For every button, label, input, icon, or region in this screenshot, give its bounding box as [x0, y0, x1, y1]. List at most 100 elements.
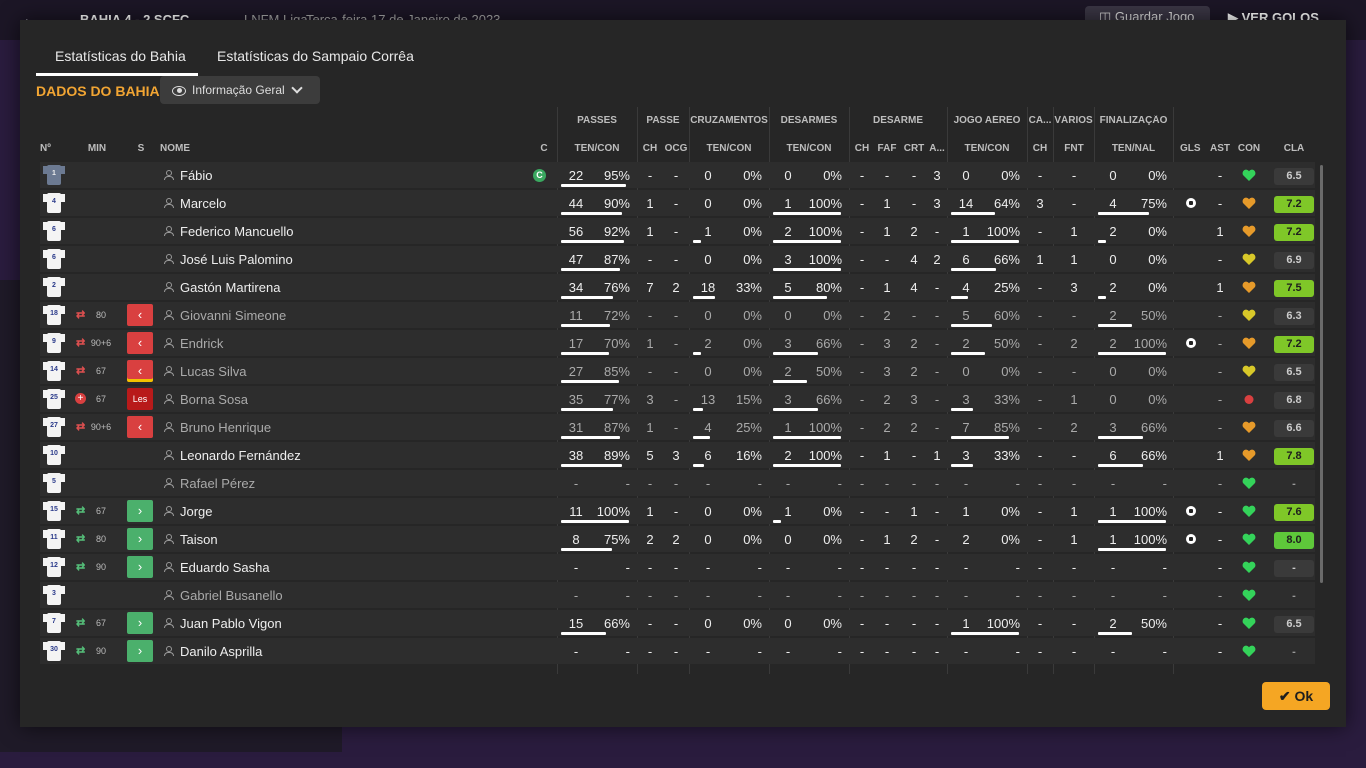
- player-profile-icon[interactable]: [164, 422, 174, 432]
- player-name[interactable]: José Luis Palomino: [180, 252, 293, 267]
- fouls: -: [884, 616, 890, 631]
- column-header-min[interactable]: MIN: [86, 143, 108, 154]
- fouls: 3: [883, 336, 891, 351]
- condition-heart-icon: [1242, 561, 1256, 574]
- cards: 2: [910, 364, 918, 379]
- column-header-name[interactable]: NOME: [160, 143, 240, 154]
- tackles-success-bar: [773, 408, 818, 411]
- column-header-num[interactable]: Nº: [40, 143, 60, 154]
- tackles-key: -: [859, 168, 865, 183]
- column-header-ast[interactable]: AST: [1210, 143, 1230, 154]
- column-header-ca-ch[interactable]: CH: [1030, 143, 1050, 154]
- player-name[interactable]: Gabriel Busanello: [180, 588, 283, 603]
- player-profile-icon[interactable]: [164, 198, 174, 208]
- player-rating: 6.3: [1274, 308, 1314, 325]
- sub-off-icon: ⇄: [76, 337, 86, 349]
- column-header-c[interactable]: C: [538, 143, 550, 154]
- crosses-percent: -: [757, 644, 762, 659]
- player-profile-icon[interactable]: [164, 394, 174, 404]
- sub-on-icon: ⇄: [76, 645, 86, 657]
- column-header-varios-fnt[interactable]: FNT: [1060, 143, 1088, 154]
- column-header-cla[interactable]: CLA: [1282, 143, 1306, 154]
- cards: -: [911, 476, 917, 491]
- shots-percent: 50%: [1140, 616, 1167, 631]
- chances-created: -: [673, 420, 679, 435]
- assists: -: [1217, 476, 1223, 491]
- column-header-passe-ch[interactable]: CH: [640, 143, 660, 154]
- clearances: -: [934, 224, 940, 239]
- player-name[interactable]: Taison: [180, 532, 218, 547]
- player-name[interactable]: Borna Sosa: [180, 392, 248, 407]
- player-rating: 7.2: [1274, 196, 1314, 213]
- player-name[interactable]: Eduardo Sasha: [180, 560, 270, 575]
- player-name[interactable]: Giovanni Simeone: [180, 308, 286, 323]
- passes-percent: 87%: [603, 252, 630, 267]
- aerial-percent: 0%: [1001, 504, 1020, 519]
- group-header: FINALIZAÇÃO: [1099, 115, 1168, 126]
- passes-percent: 77%: [603, 392, 630, 407]
- player-profile-icon[interactable]: [164, 310, 174, 320]
- clearances: -: [934, 392, 940, 407]
- key-passes: -: [647, 644, 653, 659]
- column-header-gls[interactable]: GLS: [1180, 143, 1201, 154]
- player-name[interactable]: Lucas Silva: [180, 364, 246, 379]
- player-name[interactable]: Gastón Martirena: [180, 280, 280, 295]
- shirt-number: 12: [50, 562, 58, 569]
- player-profile-icon[interactable]: [164, 254, 174, 264]
- player-profile-icon[interactable]: [164, 506, 174, 516]
- chances-created: -: [673, 224, 679, 239]
- column-header-des-faf[interactable]: FAF: [875, 143, 899, 154]
- key-passes: -: [647, 616, 653, 631]
- column-header-passe-ocg[interactable]: OCG: [663, 143, 689, 154]
- shots-success-bar: [1098, 240, 1106, 243]
- column-header-desarmes[interactable]: TEN/CON: [769, 143, 849, 154]
- shirt-number-icon: 18: [43, 305, 65, 325]
- player-name[interactable]: Endrick: [180, 336, 223, 351]
- column-header-des-crt[interactable]: CRT: [902, 143, 926, 154]
- player-name[interactable]: Marcelo: [180, 196, 226, 211]
- tackles-success-bar: [773, 268, 841, 271]
- column-header-des-a[interactable]: A...: [927, 143, 947, 154]
- player-name[interactable]: Federico Mancuello: [180, 224, 293, 239]
- player-profile-icon[interactable]: [164, 282, 174, 292]
- passes-success-bar: [561, 184, 626, 187]
- column-header-con[interactable]: CON: [1236, 143, 1262, 154]
- tackles-key: -: [859, 448, 865, 463]
- tackles-percent: 66%: [815, 336, 842, 351]
- minutes-played: 67: [95, 506, 106, 516]
- player-profile-icon[interactable]: [164, 618, 174, 628]
- column-header-passes[interactable]: TEN/CON: [557, 143, 637, 154]
- player-profile-icon[interactable]: [164, 534, 174, 544]
- player-name[interactable]: Fábio: [180, 168, 213, 183]
- player-name[interactable]: Danilo Asprilla: [180, 644, 262, 659]
- cards: -: [911, 644, 917, 659]
- player-profile-icon[interactable]: [164, 338, 174, 348]
- player-profile-icon[interactable]: [164, 562, 174, 572]
- ok-button[interactable]: ✔ Ok: [1262, 682, 1330, 710]
- player-name[interactable]: Leonardo Fernández: [180, 448, 301, 463]
- player-name[interactable]: Rafael Pérez: [180, 476, 255, 491]
- tackles-success-bar: [773, 436, 841, 439]
- column-header-final[interactable]: TEN/NAL: [1094, 143, 1173, 154]
- player-profile-icon[interactable]: [164, 450, 174, 460]
- key-passes: 1: [646, 224, 654, 239]
- column-header-des-ch[interactable]: CH: [852, 143, 872, 154]
- column-header-cruz[interactable]: TEN/CON: [689, 143, 769, 154]
- headers-key: -: [1037, 280, 1043, 295]
- assists: -: [1217, 588, 1223, 603]
- column-header-s[interactable]: S: [136, 143, 146, 154]
- player-profile-icon[interactable]: [164, 226, 174, 236]
- fnt-stat: -: [1071, 588, 1077, 603]
- player-profile-icon[interactable]: [164, 478, 174, 488]
- column-header-aereo[interactable]: TEN/CON: [947, 143, 1027, 154]
- player-profile-icon[interactable]: [164, 590, 174, 600]
- player-name[interactable]: Juan Pablo Vigon: [180, 616, 282, 631]
- player-name[interactable]: Jorge: [180, 504, 213, 519]
- minutes-played: 90+6: [90, 338, 112, 348]
- player-profile-icon[interactable]: [164, 366, 174, 376]
- player-profile-icon[interactable]: [164, 170, 174, 180]
- table-scrollbar[interactable]: [1320, 165, 1323, 583]
- player-profile-icon[interactable]: [164, 646, 174, 656]
- aerial-percent: 64%: [993, 196, 1020, 211]
- player-name[interactable]: Bruno Henrique: [180, 420, 271, 435]
